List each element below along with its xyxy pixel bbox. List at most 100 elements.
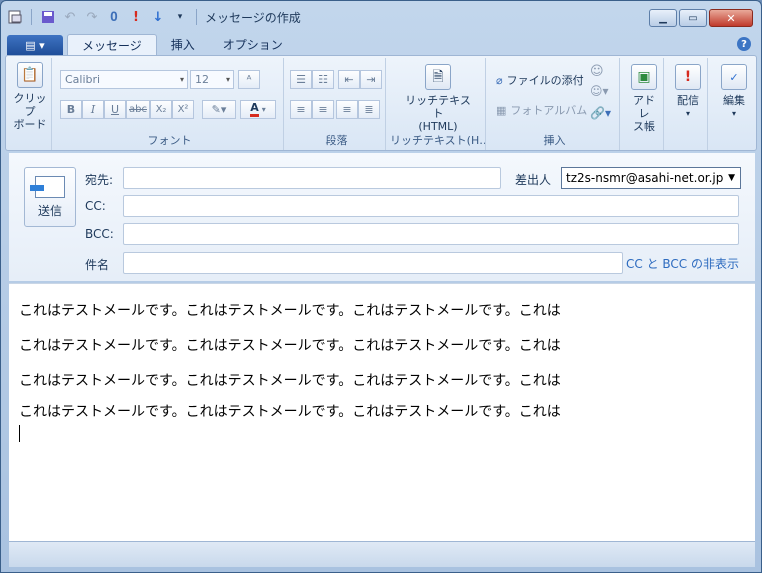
attach-file-label: ファイルの添付 (506, 74, 584, 87)
font-size-select[interactable]: 12 ▾ (190, 70, 234, 89)
from-select[interactable]: tz2s-nsmr@asahi-net.or.jp ▼ (561, 167, 741, 189)
body-line: これはテストメールです。これはテストメールです。これはテストメールです。これは (19, 303, 561, 319)
bold-button[interactable]: B (60, 100, 82, 119)
photo-album-button[interactable]: ▦ フォトアルバム (496, 102, 587, 118)
ribbon: 📋 クリップ ボード Calibri ▾ 12 ▾ ᴬ B I U abc X₂… (5, 55, 757, 151)
align-left-button[interactable]: ≡ (290, 100, 312, 119)
font-group: Calibri ▾ 12 ▾ ᴬ B I U abc X₂ X² ✎▾ A ▾ (56, 58, 284, 150)
redo-icon[interactable]: ↷ (84, 9, 100, 25)
paragraph-group: ☰ ☷ ⇤ ⇥ ≡ ≡ ≡ ≣ 段落 (288, 58, 386, 150)
paperclip-icon[interactable]: 𝟎 (106, 9, 122, 25)
richtext-group-label: リッチテキスト(H… (390, 134, 485, 147)
chevron-down-icon: ▾ (685, 109, 690, 118)
separator (31, 9, 32, 25)
close-button[interactable]: ✕ (709, 9, 753, 27)
address-book-label-1: アドレ (633, 94, 655, 120)
subject-field[interactable] (123, 252, 623, 274)
body-line: これはテストメールです。これはテストメールです。これはテストメールです。これは (19, 338, 561, 354)
from-label: 差出人 (515, 173, 552, 187)
clear-format-icon: ᴬ (246, 73, 252, 86)
chevron-down-icon: ▼ (728, 173, 735, 183)
italic-button[interactable]: I (82, 100, 104, 119)
message-body[interactable]: これはテストメールです。これはテストメールです。これはテストメールです。これは … (9, 283, 755, 541)
align-right-button[interactable]: ≡ (336, 100, 358, 119)
numbered-list-button[interactable]: ☰ (290, 70, 312, 89)
compose-window: ↶ ↷ 𝟎 ! ↓ ▾ メッセージの作成 ▁ ▭ ✕ ▤ ▾ メッセージ 挿入 (0, 0, 762, 573)
photo-album-label: フォトアルバム (510, 104, 588, 117)
minimize-button[interactable]: ▁ (649, 9, 677, 27)
decrease-indent-icon: ⇤ (344, 73, 354, 86)
send-button[interactable]: 送信 (24, 167, 76, 227)
font-color-button[interactable]: A ▾ (240, 100, 276, 119)
clipboard-group: 📋 クリップ ボード (8, 58, 52, 150)
highlight-button[interactable]: ✎▾ (202, 100, 236, 119)
chevron-down-icon: ▾ (179, 75, 184, 84)
body-line: これはテストメールです。これはテストメールです。これはテストメールです。これは (19, 404, 561, 420)
font-group-label: フォント (147, 134, 192, 147)
priority-icon: ! (675, 64, 701, 90)
align-center-button[interactable]: ≡ (312, 100, 334, 119)
file-menu-button[interactable]: ▤ ▾ (7, 35, 63, 55)
separator (196, 9, 197, 25)
paragraph-group-label: 段落 (325, 134, 348, 147)
window-icon[interactable] (7, 9, 23, 25)
emoticon-dropdown-icon[interactable]: ☺▾ (590, 84, 609, 98)
close-icon: ✕ (726, 11, 736, 25)
align-center-icon: ≡ (318, 103, 328, 116)
delivery-button[interactable]: ! 配信 ▾ (672, 64, 704, 120)
numbered-list-icon: ☰ (296, 73, 306, 86)
tab-insert[interactable]: 挿入 (157, 34, 209, 55)
edit-button[interactable]: ✓ 編集 ▾ (718, 64, 750, 120)
superscript-button[interactable]: X² (172, 100, 194, 119)
tab-options[interactable]: オプション (209, 34, 297, 55)
attach-file-button[interactable]: ⌀ ファイルの添付 (496, 72, 584, 88)
hide-cc-bcc-link[interactable]: CC と BCC の非表示 (626, 255, 739, 272)
address-book-button[interactable]: ▣ アドレ ス帳 (628, 64, 660, 133)
quick-access-toolbar: ↶ ↷ 𝟎 ! ↓ ▾ (7, 9, 199, 25)
subscript-button[interactable]: X₂ (150, 100, 172, 119)
clipboard-button[interactable]: 📋 クリップ ボード (12, 62, 48, 131)
font-name-select[interactable]: Calibri ▾ (60, 70, 188, 89)
undo-icon[interactable]: ↶ (62, 9, 78, 25)
insert-group: ⌀ ファイルの添付 ▦ フォトアルバム ☺ ☺▾ 🔗▾ 挿入 (490, 58, 620, 150)
underline-button[interactable]: U (104, 100, 126, 119)
save-icon[interactable] (40, 9, 56, 25)
window-title: メッセージの作成 (205, 10, 301, 25)
clipboard-label-2: ボード (13, 118, 47, 131)
increase-indent-button[interactable]: ⇥ (360, 70, 382, 89)
cc-field[interactable] (123, 195, 739, 217)
justify-icon: ≣ (364, 103, 374, 116)
increase-indent-icon: ⇥ (366, 73, 376, 86)
to-field[interactable] (123, 167, 501, 189)
hyperlink-icon[interactable]: 🔗▾ (590, 106, 611, 120)
minimize-icon: ▁ (659, 12, 667, 24)
insert-group-label: 挿入 (543, 134, 566, 147)
document-icon: 🗎 (425, 64, 451, 90)
justify-button[interactable]: ≣ (358, 100, 380, 119)
send-label: 送信 (37, 203, 62, 218)
tab-message[interactable]: メッセージ (67, 34, 157, 55)
paperclip-icon: ⌀ (496, 73, 503, 87)
menu-icon: ▤ ▾ (25, 38, 45, 52)
delivery-label: 配信 (677, 94, 699, 107)
priority-low-icon[interactable]: ↓ (150, 9, 166, 25)
priority-high-icon[interactable]: ! (128, 9, 144, 25)
richtext-label-1: リッチテキスト (405, 94, 471, 120)
richtext-button[interactable]: 🗎 リッチテキスト (HTML) (400, 64, 476, 133)
font-name-value: Calibri (65, 73, 101, 86)
bcc-field[interactable] (123, 223, 739, 245)
customize-toolbar-icon[interactable]: ▾ (172, 9, 188, 25)
address-book-group: ▣ アドレ ス帳 (624, 58, 664, 150)
cc-label: CC: (85, 199, 106, 213)
address-book-label-2: ス帳 (633, 120, 655, 133)
edit-group: ✓ 編集 ▾ (712, 58, 756, 150)
decrease-indent-button[interactable]: ⇤ (338, 70, 360, 89)
help-icon[interactable]: ? (737, 37, 751, 51)
bullet-list-button[interactable]: ☷ (312, 70, 334, 89)
clear-format-button[interactable]: ᴬ (238, 70, 260, 89)
highlighter-icon: ✎▾ (211, 103, 227, 116)
maximize-button[interactable]: ▭ (679, 9, 707, 27)
from-value: tz2s-nsmr@asahi-net.or.jp (566, 171, 724, 185)
strikethrough-button[interactable]: abc (126, 100, 150, 119)
emoticon-icon[interactable]: ☺ (590, 64, 604, 79)
